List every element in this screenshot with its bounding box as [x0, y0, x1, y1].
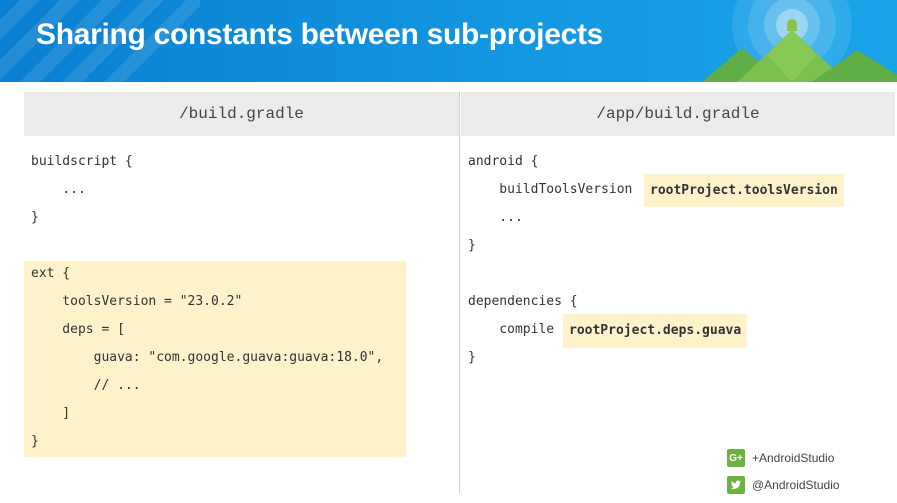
code-line: ]: [31, 406, 71, 421]
dependencies-block: dependencies { compile }: [468, 288, 578, 372]
code-line: guava: "com.google.guava:guava:18.0",: [31, 350, 384, 365]
compile-label: compile: [468, 322, 562, 337]
buildscript-block: buildscript { ...}: [31, 148, 133, 232]
code-line: compile: [468, 316, 578, 344]
slide-title: Sharing constants between sub-projects: [36, 18, 604, 51]
code-line: }: [31, 434, 39, 449]
google-plus-icon: G+: [727, 449, 745, 467]
code-line: // ...: [31, 378, 141, 393]
code-line: toolsVersion = "23.0.2": [31, 294, 243, 309]
code-line: }: [468, 350, 476, 365]
android-studio-logo-art: [702, 0, 897, 82]
code-line: dependencies {: [468, 294, 578, 309]
code-line: ...: [31, 182, 86, 197]
ext-block: ext { toolsVersion = "23.0.2" deps = [ g…: [31, 260, 383, 456]
column-divider: [459, 92, 460, 493]
code-line: ...: [468, 210, 523, 225]
left-column-header: /build.gradle: [24, 92, 459, 136]
twitter-icon: [727, 476, 745, 494]
slide-header: Sharing constants between sub-projects: [0, 0, 897, 82]
twitter-label: @AndroidStudio: [752, 478, 840, 492]
build-tools-label: buildToolsVersion: [468, 182, 641, 197]
twitter-handle: @AndroidStudio: [727, 476, 840, 494]
android-block: android { buildToolsVersion ...}: [468, 148, 640, 260]
guava-dependency-reference: rootProject.deps.guava: [563, 314, 748, 348]
code-line: buildToolsVersion: [468, 176, 640, 204]
code-line: }: [31, 210, 39, 225]
google-plus-handle: G+ +AndroidStudio: [727, 449, 834, 467]
google-plus-label: +AndroidStudio: [752, 451, 835, 465]
right-column-header: /app/build.gradle: [461, 92, 895, 136]
code-line: ext {: [31, 266, 71, 281]
code-line: deps = [: [31, 322, 125, 337]
code-line: android {: [468, 154, 539, 169]
tools-version-reference: rootProject.toolsVersion: [644, 174, 844, 207]
code-line: }: [468, 238, 476, 253]
code-line: buildscript {: [31, 154, 133, 169]
